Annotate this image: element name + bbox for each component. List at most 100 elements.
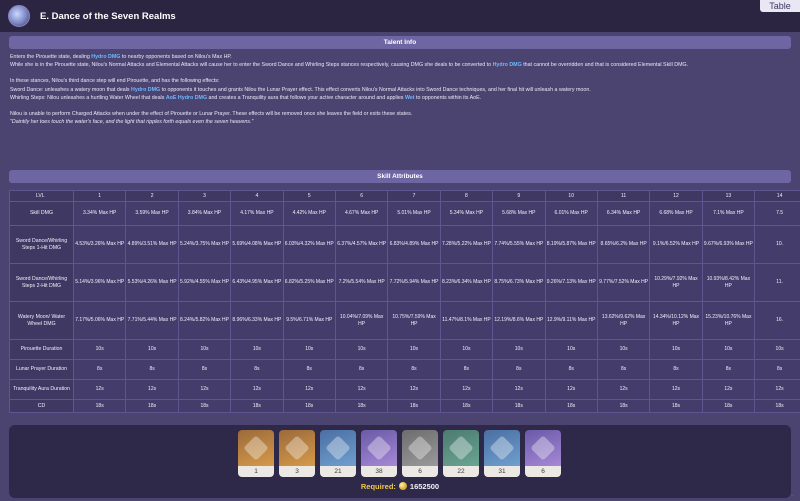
fungal-spore-purple-icon: [530, 435, 556, 461]
table-cell: 8s: [125, 359, 179, 380]
table-cell: 15.23%/10.76% Max HP: [701, 301, 756, 340]
table-cell: 10s: [754, 339, 800, 360]
table-cell: 12s: [754, 379, 800, 400]
text-run: to opponents within its AoE.: [414, 94, 482, 101]
table-cell: 12s: [334, 379, 389, 400]
required-amount: 1652500: [409, 482, 440, 491]
row-label: CD: [9, 399, 74, 413]
talent-paragraph: While she is in the Pirouette state, Nil…: [10, 61, 790, 69]
material-card[interactable]: 22: [443, 430, 479, 477]
level-header-7: 7: [387, 190, 441, 202]
table-button[interactable]: Table: [760, 0, 800, 12]
table-cell: 10s: [596, 339, 651, 360]
table-cell: 8.96%/6.33% Max HP: [230, 301, 284, 340]
table-cell: 7.72%/5.94% Max HP: [387, 263, 441, 302]
row-label: Skill DMG: [9, 201, 74, 226]
table-cell: 3.34% Max HP: [72, 201, 127, 226]
talent-book-purple-icon: [366, 435, 392, 461]
row-label: Lunar Prayer Duration: [9, 359, 74, 380]
table-cell: 8s: [492, 359, 546, 380]
table-cell: 4.67% Max HP: [334, 201, 389, 226]
table-cell: 18s: [439, 399, 494, 413]
table-cell: 12s: [125, 379, 179, 400]
table-cell: 4.42% Max HP: [282, 201, 336, 226]
table-cell: 5.68% Max HP: [492, 201, 546, 226]
talent-paragraph: Sword Dance: unleashes a watery moon tha…: [10, 86, 790, 94]
table-cell: 7.71%/5.44% Max HP: [125, 301, 179, 340]
level-header-5: 5: [282, 190, 336, 202]
table-cell: 5.24%/3.75% Max HP: [177, 225, 232, 264]
table-cell: 10s: [177, 339, 232, 360]
level-header-12: 12: [649, 190, 703, 202]
level-header-8: 8: [439, 190, 494, 202]
material-card[interactable]: 21: [320, 430, 356, 477]
table-cell: 12s: [230, 379, 284, 400]
table-cell: 12.9%/9.11% Max HP: [544, 301, 598, 340]
talent-paragraph: Whirling Steps: Nilou unleashes a hurtli…: [10, 94, 790, 102]
talent-paragraph: Nilou is unable to perform Charged Attac…: [10, 111, 413, 118]
material-card[interactable]: 1: [238, 430, 274, 477]
table-cell: 13.62%/9.62% Max HP: [596, 301, 651, 340]
header-bar: E. Dance of the Seven Realms: [0, 0, 800, 32]
material-image: [320, 430, 356, 466]
table-cell: 6.68% Max HP: [649, 201, 703, 226]
text-run: and creates a Tranquility aura that foll…: [207, 94, 405, 101]
material-image: [279, 430, 315, 466]
table-cell: 8.75%/6.73% Max HP: [492, 263, 546, 302]
material-card[interactable]: 6: [525, 430, 561, 477]
talent-description: Enters the Pirouette state, dealing Hydr…: [10, 53, 790, 126]
material-card[interactable]: 6: [402, 430, 438, 477]
table-row: Watery Moon/ Water Wheel DMG 7.17%/5.06% …: [9, 301, 800, 340]
table-cell: 14.34%/10.12% Max HP: [649, 301, 703, 340]
row-label: Sword Dance/Whirling Steps 1-Hit DMG: [9, 225, 74, 264]
table-cell: 7.28%/5.22% Max HP: [439, 225, 494, 264]
crown-icon: [243, 435, 269, 461]
table-cell: 18s: [230, 399, 284, 413]
table-cell: 8s: [177, 359, 232, 380]
table-cell: 4.17% Max HP: [230, 201, 284, 226]
table-cell: 4.89%/3.51% Max HP: [125, 225, 179, 264]
table-cell: 8s: [649, 359, 703, 380]
table-cell: 10.93%/8.42% Max HP: [701, 263, 756, 302]
level-header-11: 11: [596, 190, 651, 202]
table-cell: 10s: [701, 339, 756, 360]
material-image: [525, 430, 561, 466]
table-cell: 5.01% Max HP: [387, 201, 441, 226]
table-cell: 18s: [492, 399, 546, 413]
table-row: Sword Dance/Whirling Steps 2-Hit DMG 5.14…: [9, 263, 800, 302]
table-cell: 10.29%/7.92% Max HP: [649, 263, 703, 302]
table-cell: 8.65%/6.2% Max HP: [596, 225, 651, 264]
table-cell: 12s: [649, 379, 703, 400]
table-cell: 10.75%/7.59% Max HP: [387, 301, 441, 340]
material-card[interactable]: 38: [361, 430, 397, 477]
table-cell: 7.1% Max HP: [701, 201, 756, 226]
table-cell: 18s: [177, 399, 232, 413]
text-run: While she is in the Pirouette state, Nil…: [10, 62, 493, 69]
table-cell: 10.04%/7.09% Max HP: [334, 301, 389, 340]
talent-quote: "Daintily her toes touch the water's fac…: [10, 119, 254, 126]
table-cell: 7.5: [754, 201, 800, 226]
table-cell: 18s: [544, 399, 598, 413]
table-cell: 10s: [387, 339, 441, 360]
material-count: 31: [484, 466, 520, 477]
level-header-14: 14: [754, 190, 800, 202]
table-cell: 8s: [282, 359, 336, 380]
material-card[interactable]: 3: [279, 430, 315, 477]
material-card[interactable]: 31: [484, 430, 520, 477]
table-cell: 6.43%/4.95% Max HP: [230, 263, 284, 302]
table-cell: 10s: [544, 339, 598, 360]
table-cell: 7.74%/5.55% Max HP: [492, 225, 546, 264]
table-cell: 7.17%/5.06% Max HP: [72, 301, 127, 340]
mora-icon: [398, 482, 407, 490]
table-cell: 8s: [439, 359, 494, 380]
table-cell: 9.26%/7.13% Max HP: [544, 263, 598, 302]
table-row: Lunar Prayer Duration 8s 8s 8s 8s 8s 8s 8s 8s 8s 8…: [9, 359, 800, 380]
table-cell: 5.69%/4.08% Max HP: [230, 225, 284, 264]
table-cell: 10s: [125, 339, 179, 360]
table-cell: 3.84% Max HP: [177, 201, 232, 226]
material-count: 22: [443, 466, 479, 477]
talent-info-heading: Talent Info: [9, 36, 791, 49]
table-cell: 12s: [282, 379, 336, 400]
text-run: Enters the Pirouette state, dealing: [10, 54, 92, 60]
table-cell: 8.19%/5.87% Max HP: [544, 225, 598, 264]
